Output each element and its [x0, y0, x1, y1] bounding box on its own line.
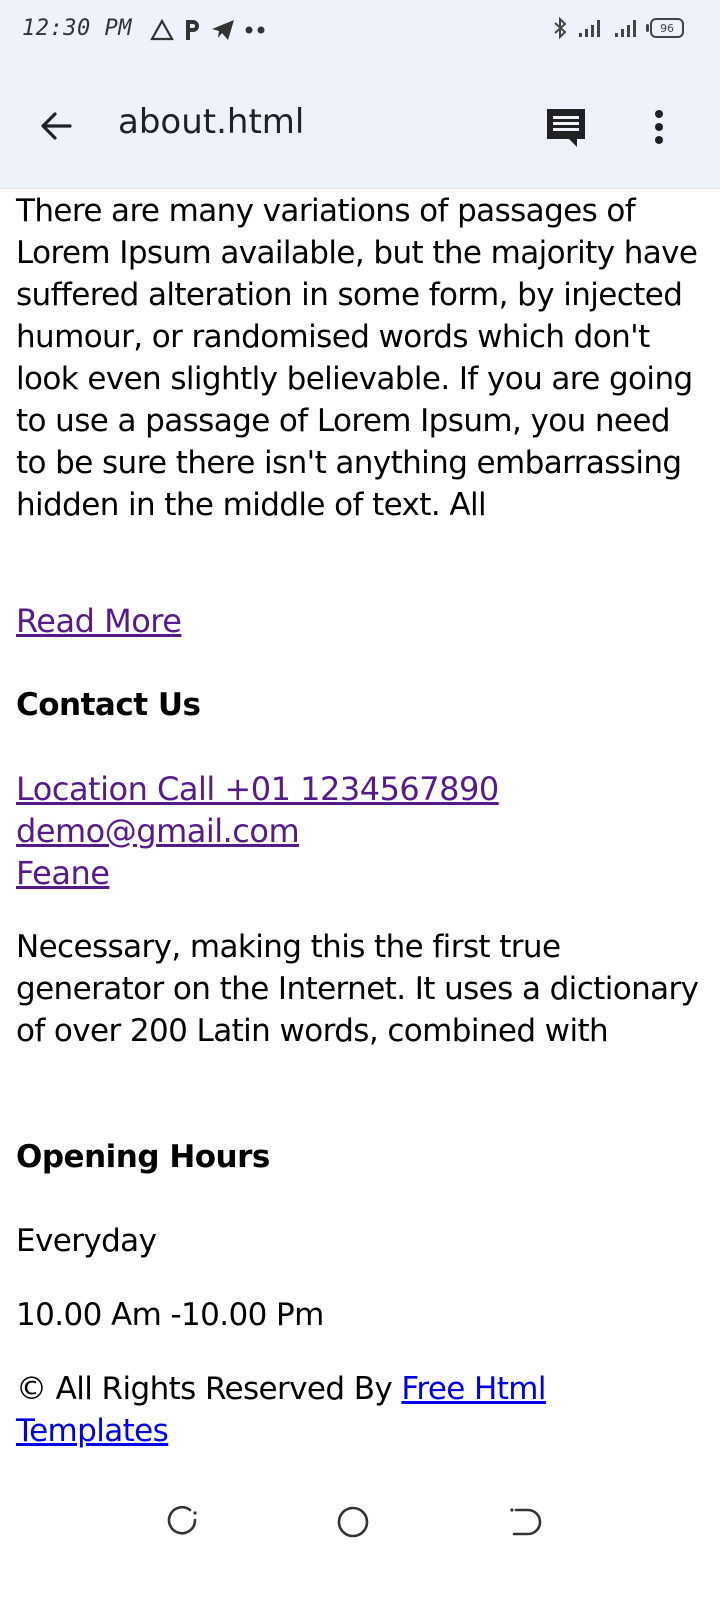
battery-icon: 96 — [646, 18, 684, 38]
second-paragraph: Necessary, making this the first true ge… — [16, 929, 699, 1049]
more-notifications-icon — [245, 26, 265, 34]
status-left-icons — [150, 18, 268, 42]
contact-heading: Contact Us — [16, 687, 201, 723]
more-vert-icon[interactable] — [644, 106, 674, 150]
contact-links: Location Call +01 1234567890 demo@gmail.… — [16, 768, 499, 894]
hours-text: 10.00 Am -10.00 Pm — [16, 1297, 324, 1333]
telegram-icon — [212, 20, 234, 40]
drive-icon — [150, 19, 174, 41]
opening-hours-heading: Opening Hours — [16, 1139, 270, 1175]
p-app-icon — [186, 20, 199, 40]
status-right-icons: 96 — [552, 16, 684, 40]
bluetooth-icon — [554, 16, 567, 40]
page-title: about.html — [118, 102, 305, 142]
signal-2-icon — [615, 20, 636, 37]
system-nav-bar — [0, 1480, 720, 1600]
status-time: 12:30 PM — [22, 16, 132, 41]
back-icon[interactable] — [504, 1502, 544, 1542]
everyday-text: Everyday — [16, 1223, 157, 1259]
signal-1-icon — [579, 20, 600, 37]
copyright-text: © All Rights Reserved By Free Html Templ… — [16, 1368, 706, 1452]
battery-level: 96 — [660, 21, 674, 35]
read-more-link[interactable]: Read More — [16, 600, 182, 642]
feane-link[interactable]: Feane — [16, 852, 499, 894]
intro-paragraph: There are many variations of passages of… — [16, 193, 698, 523]
comment-icon[interactable] — [544, 106, 588, 150]
back-arrow-icon[interactable] — [36, 106, 76, 146]
copyright-prefix: © All Rights Reserved By — [16, 1371, 402, 1407]
recents-icon[interactable] — [162, 1502, 202, 1542]
app-bar: about.html — [0, 66, 720, 189]
location-call-link[interactable]: Location Call +01 1234567890 — [16, 768, 499, 810]
email-link[interactable]: demo@gmail.com — [16, 810, 499, 852]
home-icon[interactable] — [333, 1502, 373, 1542]
status-bar: 12:30 PM 96 — [0, 0, 720, 66]
